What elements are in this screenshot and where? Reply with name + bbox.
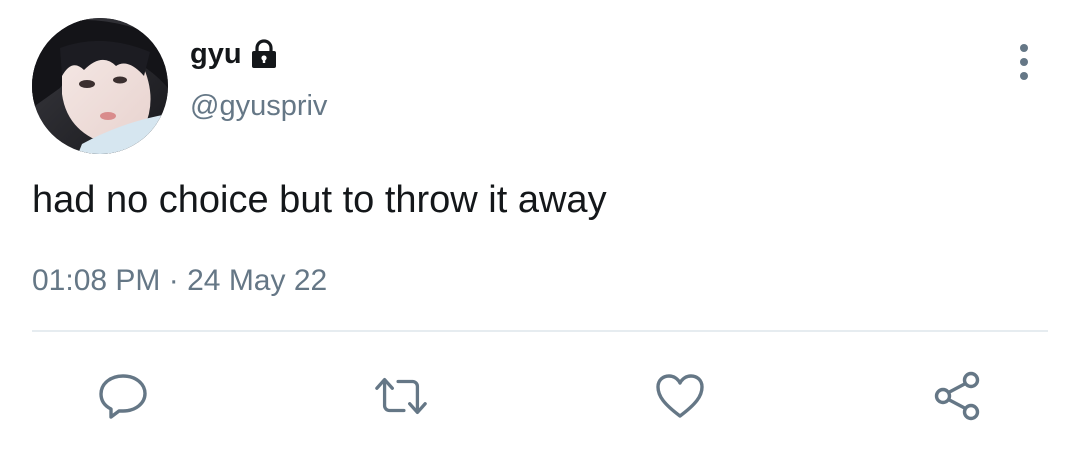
avatar[interactable] <box>32 18 168 154</box>
display-name-row: gyu <box>190 34 280 74</box>
user-handle[interactable]: @gyuspriv <box>190 92 327 121</box>
share-button[interactable] <box>929 368 985 424</box>
like-button[interactable] <box>652 368 708 424</box>
heart-icon <box>656 374 704 418</box>
reply-button[interactable] <box>95 368 151 424</box>
tweet-card: gyu @gyuspriv had no choice but to throw… <box>0 0 1080 453</box>
tweet-timestamp: 01:08 PM · 24 May 22 <box>32 264 327 297</box>
display-name[interactable]: gyu <box>190 39 242 69</box>
retweet-button[interactable] <box>373 368 429 424</box>
reply-icon <box>99 374 147 419</box>
retweet-icon <box>375 377 427 415</box>
meta-separator: · <box>168 264 179 297</box>
tweet-date: 24 May 22 <box>187 264 328 297</box>
share-icon <box>934 371 980 421</box>
tweet-time: 01:08 PM <box>32 264 161 297</box>
more-vertical-icon[interactable] <box>1008 40 1040 84</box>
divider <box>32 330 1048 332</box>
lock-icon <box>248 38 280 70</box>
tweet-text: had no choice but to throw it away <box>32 179 607 221</box>
